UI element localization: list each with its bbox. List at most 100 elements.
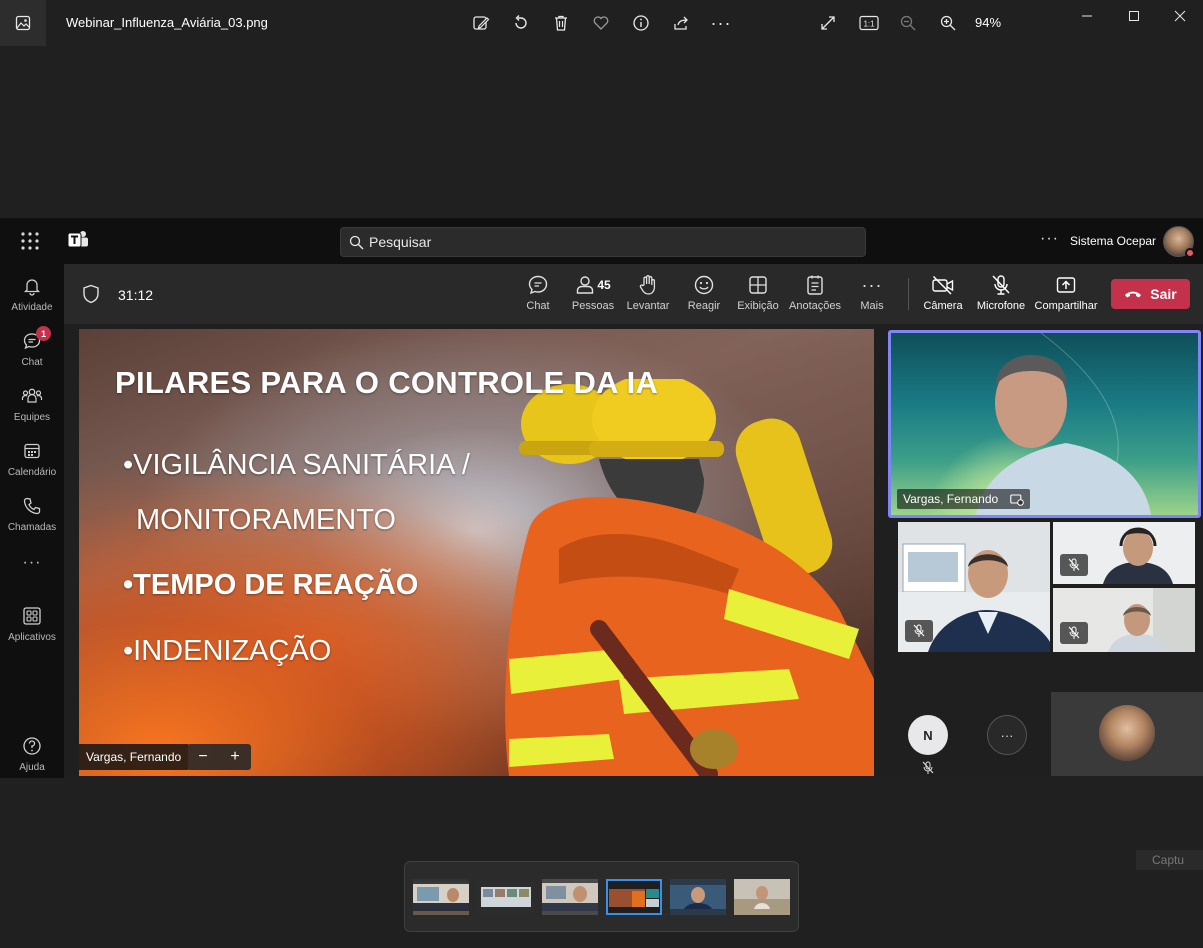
share-icon[interactable]	[668, 10, 694, 36]
rail-more-apps-icon[interactable]: ···	[0, 554, 64, 606]
filmstrip-thumbnail[interactable]	[478, 879, 534, 915]
teams-title-bar: ··· Sistema Ocepar	[0, 218, 1203, 264]
leave-meeting-button[interactable]: Sair	[1111, 279, 1190, 309]
photo-viewer-titlebar: Webinar_Influenza_Aviária_03.png ··· 1:1…	[0, 0, 1203, 46]
settings-more-icon[interactable]: ···	[1040, 230, 1059, 248]
microphone-off-icon	[990, 272, 1012, 298]
meeting-timer: 31:12	[118, 287, 154, 303]
rail-item-chamadas[interactable]: Chamadas	[0, 496, 64, 548]
presence-busy-icon	[1185, 248, 1195, 258]
muted-mic-icon	[1060, 622, 1088, 644]
photos-app-icon[interactable]	[0, 0, 46, 46]
chat-icon	[527, 272, 549, 298]
minimize-window-icon[interactable]	[1075, 6, 1099, 26]
help-icon	[22, 736, 42, 760]
filmstrip-thumbnail-selected[interactable]	[606, 879, 662, 915]
account-name: Sistema Ocepar	[1070, 234, 1157, 248]
teams-logo-icon	[67, 229, 89, 256]
firefighter-illustration	[505, 379, 874, 776]
favorite-heart-icon[interactable]	[588, 10, 614, 36]
people-button[interactable]: 45 Pessoas	[572, 272, 614, 318]
microphone-toggle-button[interactable]: Microfone	[976, 272, 1026, 318]
muted-mic-icon	[1060, 554, 1088, 576]
participant-avatar-initial[interactable]: N	[908, 715, 948, 755]
info-icon[interactable]	[628, 10, 654, 36]
view-button[interactable]: Exibição	[737, 272, 779, 318]
muted-mic-icon	[905, 620, 933, 642]
teams-icon	[21, 386, 43, 410]
slide-title: PILARES PARA O CONTROLE DA IA	[115, 365, 659, 400]
zoom-out-content-icon[interactable]: −	[198, 748, 207, 766]
filmstrip-thumbnail[interactable]	[670, 879, 726, 915]
close-window-icon[interactable]	[1168, 6, 1192, 26]
react-button[interactable]: Reagir	[687, 272, 721, 318]
raise-hand-button[interactable]: Levantar	[627, 272, 669, 318]
meeting-toolbar: 31:12 Chat 45 Pessoas Levantar Reagir Ex…	[64, 264, 1203, 324]
delete-icon[interactable]	[548, 10, 574, 36]
search-input[interactable]	[369, 233, 849, 251]
camera-off-icon	[931, 272, 955, 298]
muted-mic-icon	[921, 761, 935, 780]
video-tile-participant[interactable]	[1053, 588, 1195, 652]
slide-bullet-vigilancia-cont: MONITORAMENTO	[136, 504, 396, 536]
app-launcher-icon[interactable]	[20, 231, 40, 256]
more-participants-button[interactable]: ···	[987, 715, 1027, 755]
phone-icon	[22, 496, 42, 520]
filmstrip-thumbnail[interactable]	[734, 879, 790, 915]
slide-bullet-vigilancia: •VIGILÂNCIA SANITÁRIA /	[123, 449, 470, 481]
content-zoom-controls: − +	[187, 744, 251, 770]
people-icon: 45	[575, 272, 611, 298]
chat-button[interactable]: Chat	[525, 272, 551, 318]
self-view-tile[interactable]	[1051, 692, 1203, 776]
zoom-out-icon[interactable]	[895, 10, 921, 36]
share-screen-button[interactable]: Compartilhar	[1034, 272, 1098, 318]
rail-item-chat[interactable]: Chat	[0, 331, 64, 383]
rotate-icon[interactable]	[508, 10, 534, 36]
video-tile-active-speaker[interactable]: Vargas, Fernando	[888, 330, 1201, 518]
file-name: Webinar_Influenza_Aviária_03.png	[66, 15, 268, 30]
maximize-window-icon[interactable]	[1122, 6, 1146, 26]
video-tile-participant[interactable]	[898, 522, 1050, 652]
rail-item-aplicativos[interactable]: Aplicativos	[0, 606, 64, 658]
svg-text:1:1: 1:1	[863, 20, 875, 29]
more-options-icon[interactable]: ···	[708, 10, 734, 36]
expand-icon[interactable]	[815, 10, 841, 36]
capture-overlay-label: Captu	[1136, 850, 1203, 870]
speaker-video-frame	[976, 333, 1151, 515]
sharing-screen-icon	[1009, 494, 1024, 506]
slide-bullet-tempo-reacao: •TEMPO DE REAÇÃO	[123, 569, 419, 601]
actual-size-icon[interactable]: 1:1	[856, 10, 882, 36]
chat-unread-badge: 1	[36, 326, 51, 341]
rail-item-atividade[interactable]: Atividade	[0, 276, 64, 328]
calendar-icon	[22, 441, 42, 465]
shared-content-stage[interactable]: PILARES PARA O CONTROLE DA IA •VIGILÂNCI…	[79, 329, 874, 776]
share-tray-icon	[1055, 272, 1077, 298]
hang-up-icon	[1125, 291, 1142, 298]
notes-icon	[805, 272, 825, 298]
apps-grid-icon	[22, 606, 42, 630]
filmstrip-thumbnail[interactable]	[413, 879, 469, 915]
edit-image-icon[interactable]	[468, 10, 494, 36]
rail-item-ajuda[interactable]: Ajuda	[0, 736, 64, 788]
filmstrip-thumbnail[interactable]	[542, 879, 598, 915]
layout-grid-icon	[747, 272, 769, 298]
self-avatar	[1099, 705, 1155, 761]
smiley-icon	[693, 272, 715, 298]
zoom-in-content-icon[interactable]: +	[230, 748, 239, 766]
search-box[interactable]	[340, 227, 866, 257]
camera-toggle-button[interactable]: Câmera	[923, 272, 963, 318]
rail-item-equipes[interactable]: Equipes	[0, 386, 64, 438]
search-icon	[349, 235, 364, 250]
rail-item-calendario[interactable]: Calendário	[0, 441, 64, 493]
notes-button[interactable]: Anotações	[789, 272, 841, 318]
more-actions-button[interactable]: ··· Mais	[859, 272, 885, 318]
main-tile-name-tag: Vargas, Fernando	[897, 489, 1030, 509]
video-tile-participant[interactable]	[1053, 522, 1195, 584]
teams-window: ··· Sistema Ocepar Atividade Chat 1 Equi…	[0, 218, 1203, 778]
presenter-name-tag: Vargas, Fernando	[79, 744, 189, 770]
zoom-level: 94%	[975, 15, 1002, 30]
zoom-in-icon[interactable]	[935, 10, 961, 36]
hand-icon	[638, 272, 658, 298]
shield-icon[interactable]	[82, 284, 100, 304]
app-rail: Atividade Chat 1 Equipes Calendário Cham	[0, 264, 64, 778]
